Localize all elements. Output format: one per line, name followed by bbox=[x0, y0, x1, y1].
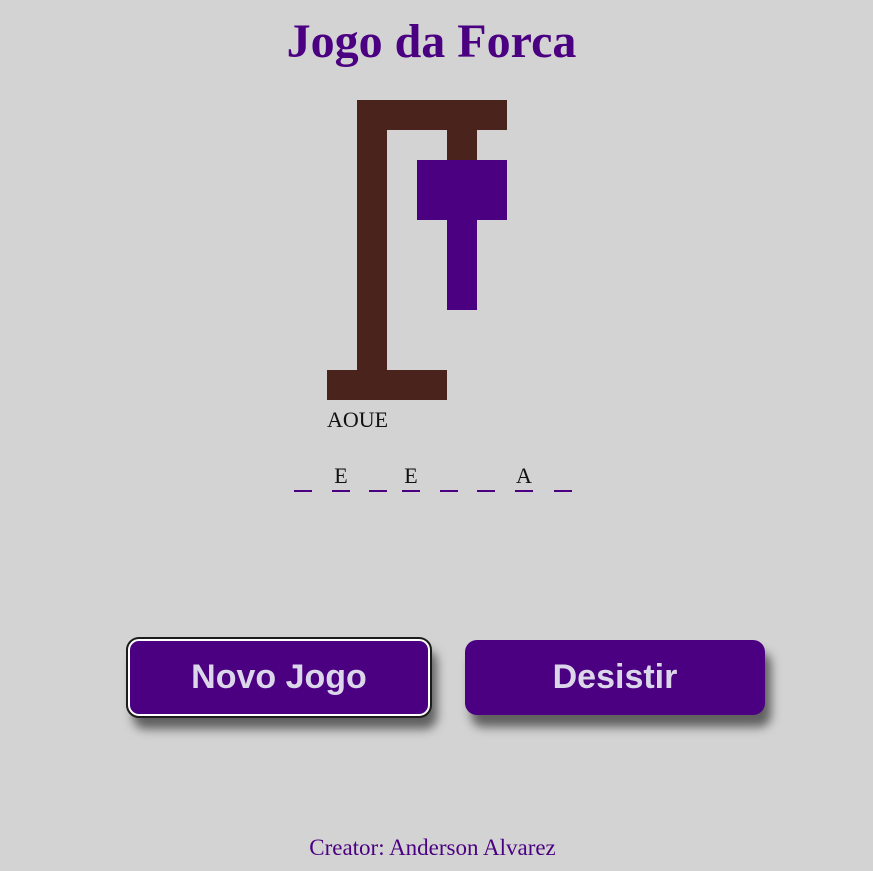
gallows-rope bbox=[447, 130, 477, 160]
letter-slot bbox=[554, 462, 572, 492]
hangman-body bbox=[447, 220, 477, 310]
letter-slot: E bbox=[332, 462, 350, 492]
letter-slot: E bbox=[402, 462, 420, 492]
gallows-base bbox=[327, 370, 447, 400]
hangman-head bbox=[417, 160, 507, 220]
used-letters: AOUE bbox=[327, 407, 389, 432]
letter-slot bbox=[294, 462, 312, 492]
hangman-drawing bbox=[327, 100, 507, 400]
give-up-button[interactable]: Desistir bbox=[465, 640, 765, 715]
letter-slot bbox=[440, 462, 458, 492]
letter-slot bbox=[477, 462, 495, 492]
creator-credit: Creator: Anderson Alvarez bbox=[309, 835, 556, 860]
letter-slot: A bbox=[515, 462, 533, 492]
gallows-post bbox=[357, 100, 387, 390]
new-game-button[interactable]: Novo Jogo bbox=[126, 637, 432, 718]
letter-slot bbox=[369, 462, 387, 492]
